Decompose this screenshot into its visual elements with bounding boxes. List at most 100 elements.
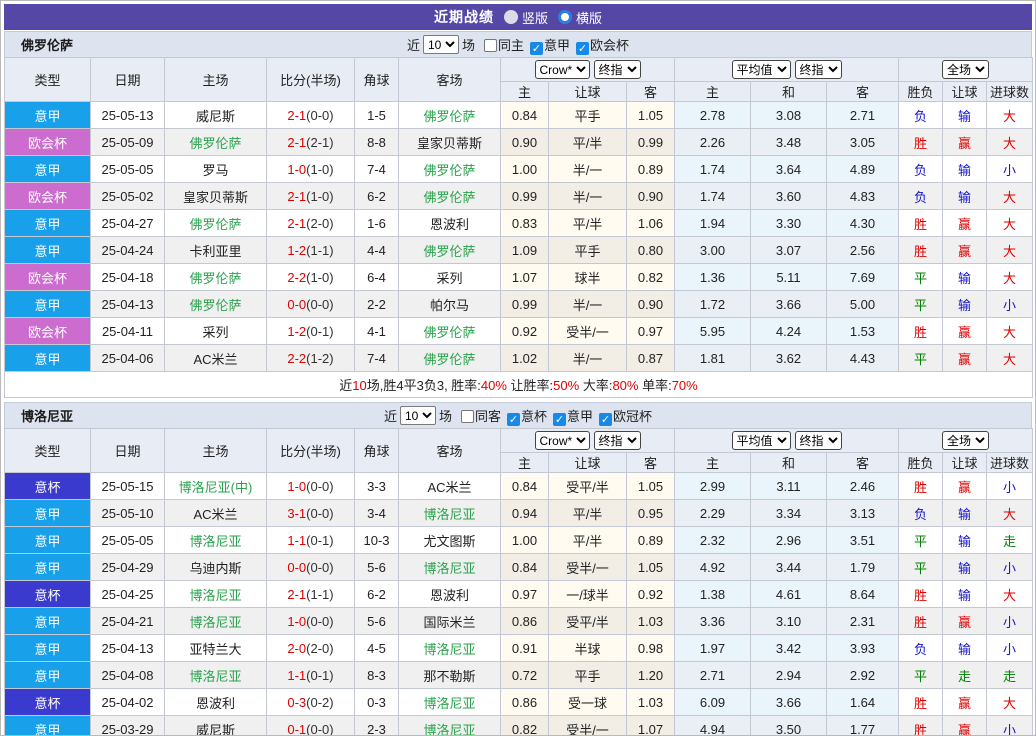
league-badge: 意甲 (5, 662, 91, 689)
handicap-cell: 半/一 (549, 183, 627, 210)
handicap-cell: 平/半 (549, 500, 627, 527)
avg-away-cell: 3.93 (827, 635, 899, 662)
radio-vertical-icon[interactable] (504, 10, 518, 24)
result-handicap-cell: 赢 (943, 210, 987, 237)
result-handicap-cell: 赢 (943, 237, 987, 264)
games-label: 场 (462, 35, 475, 54)
avg-away-cell: 2.71 (827, 102, 899, 129)
league-badge: 意甲 (5, 635, 91, 662)
fulltime-group: 全场 (899, 58, 1033, 82)
filter-checkbox[interactable] (484, 39, 497, 52)
league-badge: 意甲 (5, 210, 91, 237)
league-badge: 意甲 (5, 345, 91, 372)
result-handicap-cell: 输 (943, 183, 987, 210)
match-count-select[interactable]: 10 (400, 406, 436, 425)
filter-checkbox[interactable]: ✓ (576, 42, 589, 55)
avg-draw-cell: 3.50 (751, 716, 827, 736)
average-select[interactable]: 平均值 (732, 431, 791, 450)
filter-checkbox[interactable] (461, 410, 474, 423)
avg-home-cell: 3.00 (675, 237, 751, 264)
summary-row: 近10场,胜4平3负3, 胜率:40% 让胜率:50% 大率:80% 单率:70… (5, 372, 1033, 398)
away-odds-cell: 0.95 (627, 500, 675, 527)
avg-draw-cell: 3.30 (751, 210, 827, 237)
score-cell: 2-1(2-1) (267, 129, 355, 156)
avg-draw-cell: 4.24 (751, 318, 827, 345)
corner-cell: 8-3 (355, 662, 399, 689)
handicap-cell: 平/半 (549, 210, 627, 237)
radio-horizontal-icon[interactable] (558, 10, 572, 24)
avg-home-cell: 6.09 (675, 689, 751, 716)
result-goals-cell: 大 (987, 102, 1033, 129)
filter-checkbox[interactable]: ✓ (530, 42, 543, 55)
average-odds-group: 平均值终指 (675, 429, 899, 453)
handicap-cell: 受半/一 (549, 318, 627, 345)
average-select[interactable]: 平均值 (732, 60, 791, 79)
corner-cell: 7-4 (355, 156, 399, 183)
filter-checkbox-label: 同客 (475, 409, 501, 424)
score-cell: 1-0(0-0) (267, 473, 355, 500)
avg-away-cell: 3.13 (827, 500, 899, 527)
final-avg-select[interactable]: 终指 (795, 431, 842, 450)
page-title: 近期战绩 (434, 7, 494, 27)
corner-cell: 6-2 (355, 581, 399, 608)
home-odds-cell: 0.84 (501, 554, 549, 581)
league-badge: 意杯 (5, 689, 91, 716)
match-count-select[interactable]: 10 (423, 35, 459, 54)
result-goals-cell: 大 (987, 318, 1033, 345)
league-badge: 意甲 (5, 156, 91, 183)
odds-source-select[interactable]: Crow* (535, 60, 590, 79)
result-goals-cell: 大 (987, 129, 1033, 156)
odds-source-select[interactable]: Crow* (535, 431, 590, 450)
result-handicap-cell: 赢 (943, 689, 987, 716)
games-label: 场 (439, 406, 452, 425)
col-corner: 角球 (355, 58, 399, 102)
score-cell: 2-0(2-0) (267, 635, 355, 662)
fulltime-select[interactable]: 全场 (942, 431, 989, 450)
fulltime-select[interactable]: 全场 (942, 60, 989, 79)
sub-col-header: 进球数 (987, 453, 1033, 473)
sub-col-header: 主 (501, 453, 549, 473)
match-row: 意甲25-05-13威尼斯2-1(0-0)1-5佛罗伦萨0.84平手1.052.… (5, 102, 1033, 129)
league-badge: 欧会杯 (5, 129, 91, 156)
score-cell: 1-2(1-1) (267, 237, 355, 264)
filter-checkbox[interactable]: ✓ (507, 413, 520, 426)
col-type: 类型 (5, 58, 91, 102)
league-checkboxes: 同主✓意甲✓欧会杯 (478, 35, 629, 55)
filter-checkbox-label: 欧会杯 (590, 38, 629, 53)
result-handicap-cell: 赢 (943, 473, 987, 500)
radio-vertical-layout[interactable]: 竖版 (504, 8, 548, 27)
final-odds-select[interactable]: 终指 (594, 431, 641, 450)
final-odds-select[interactable]: 终指 (594, 60, 641, 79)
filter-checkbox[interactable]: ✓ (599, 413, 612, 426)
home-odds-cell: 1.09 (501, 237, 549, 264)
avg-home-cell: 2.32 (675, 527, 751, 554)
corner-cell: 7-4 (355, 345, 399, 372)
home-odds-cell: 1.07 (501, 264, 549, 291)
home-team-cell: 卡利亚里 (165, 237, 267, 264)
away-odds-cell: 0.82 (627, 264, 675, 291)
avg-draw-cell: 3.64 (751, 156, 827, 183)
match-filters: 近 10 场 同主✓意甲✓欧会杯 (407, 35, 629, 55)
avg-away-cell: 1.64 (827, 689, 899, 716)
date-cell: 25-05-15 (91, 473, 165, 500)
avg-home-cell: 2.71 (675, 662, 751, 689)
filter-checkbox-label: 意甲 (544, 38, 570, 53)
avg-home-cell: 1.36 (675, 264, 751, 291)
result-goals-cell: 小 (987, 291, 1033, 318)
match-row: 意甲25-04-08博洛尼亚1-1(0-1)8-3那不勒斯0.72平手1.202… (5, 662, 1033, 689)
date-cell: 25-04-18 (91, 264, 165, 291)
summary-segment: 场,胜4平3负3, 胜率: (367, 378, 481, 393)
avg-home-cell: 2.78 (675, 102, 751, 129)
avg-draw-cell: 3.48 (751, 129, 827, 156)
col-home: 主场 (165, 429, 267, 473)
home-team-cell: 采列 (165, 318, 267, 345)
handicap-cell: 受半/一 (549, 716, 627, 736)
away-odds-cell: 1.03 (627, 689, 675, 716)
date-cell: 25-04-08 (91, 662, 165, 689)
filter-checkbox[interactable]: ✓ (553, 413, 566, 426)
section-control-row: 博洛尼亚 近 10 场 同客✓意杯✓意甲✓欧冠杯 (4, 402, 1032, 428)
radio-horizontal-layout[interactable]: 横版 (558, 8, 602, 27)
result-wdl-cell: 平 (899, 345, 943, 372)
final-avg-select[interactable]: 终指 (795, 60, 842, 79)
avg-away-cell: 2.56 (827, 237, 899, 264)
